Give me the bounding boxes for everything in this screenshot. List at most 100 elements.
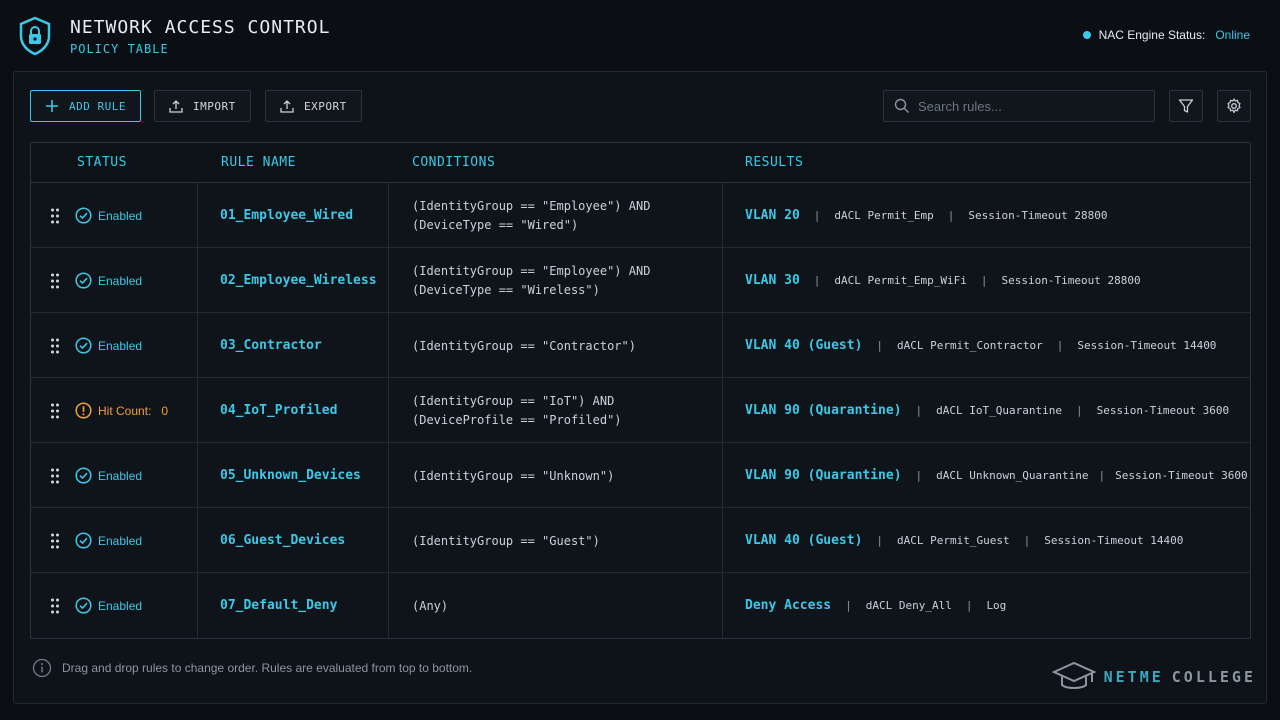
status-badge: Enabled xyxy=(75,248,142,313)
info-icon xyxy=(32,658,52,678)
separator: | xyxy=(876,534,884,547)
table-row[interactable]: Enabled 05_Unknown_Devices (IdentityGrou… xyxy=(31,443,1250,508)
rule-conditions: (IdentityGroup == "IoT") AND (DeviceProf… xyxy=(412,378,732,443)
rule-conditions: (IdentityGroup == "Contractor") xyxy=(412,313,732,378)
rule-conditions: (IdentityGroup == "Employee") AND (Devic… xyxy=(412,183,732,248)
engine-status-label: NAC Engine Status: xyxy=(1098,28,1206,42)
brand-name-part1: NETME xyxy=(1103,668,1164,686)
status-text: Enabled xyxy=(98,338,143,353)
engine-status: NAC Engine Status: Online xyxy=(1082,28,1250,42)
status-badge: Enabled xyxy=(75,573,142,638)
status-badge: Enabled xyxy=(75,313,142,378)
result-vlan: VLAN 40 (Guest) xyxy=(745,533,863,548)
status-text: Enabled xyxy=(98,273,143,288)
status-text: Enabled xyxy=(98,598,143,613)
result-vlan: VLAN 20 xyxy=(745,208,800,223)
rule-name-link[interactable]: 07_Default_Deny xyxy=(220,573,337,638)
table-row[interactable]: Enabled 02_Employee_Wireless (IdentityGr… xyxy=(31,248,1250,313)
separator: | xyxy=(876,339,884,352)
condition-line: (DeviceType == "Wired") xyxy=(412,218,579,232)
drag-handle-icon[interactable] xyxy=(50,532,60,550)
table-row[interactable]: Hit Count: 0 04_IoT_Profiled (IdentityGr… xyxy=(31,378,1250,443)
rule-conditions: (Any) xyxy=(412,573,732,638)
export-button[interactable]: EXPORT xyxy=(265,90,362,122)
settings-button[interactable] xyxy=(1217,90,1251,122)
check-circle-icon xyxy=(75,337,92,354)
rule-name-link[interactable]: 01_Employee_Wired xyxy=(220,183,353,248)
status-badge: Enabled xyxy=(75,443,142,508)
rule-results: VLAN 40 (Guest) | dACL Permit_Contractor… xyxy=(745,313,1216,378)
policy-table: STATUS RULE NAME CONDITIONS RESULTS Enab… xyxy=(30,142,1251,639)
result-vlan: VLAN 40 (Guest) xyxy=(745,338,863,353)
result-extra: Session-Timeout 3600 xyxy=(1096,404,1230,417)
separator: | xyxy=(1076,404,1083,417)
column-header-results[interactable]: RESULTS xyxy=(745,143,803,183)
search-input[interactable] xyxy=(918,98,1138,114)
result-dacl: dACL IoT_Quarantine xyxy=(936,404,1063,417)
rule-results: VLAN 20 | dACL Permit_Emp | Session-Time… xyxy=(745,183,1107,248)
add-rule-label: ADD RULE xyxy=(69,99,126,113)
rule-conditions: (IdentityGroup == "Employee") AND (Devic… xyxy=(412,248,732,313)
rule-name-link[interactable]: 05_Unknown_Devices xyxy=(220,443,361,508)
result-extra: Session-Timeout 14400 xyxy=(1044,534,1184,547)
status-text: Enabled xyxy=(98,533,143,548)
rule-name-link[interactable]: 06_Guest_Devices xyxy=(220,508,345,573)
check-circle-icon xyxy=(75,597,92,614)
separator: | xyxy=(915,404,923,417)
drag-handle-icon[interactable] xyxy=(50,467,60,485)
column-header-status[interactable]: STATUS xyxy=(77,143,127,183)
drag-handle-icon[interactable] xyxy=(50,272,60,290)
rule-results: Deny Access | dACL Deny_All | Log xyxy=(745,573,1006,638)
hit-count-label: Hit Count: xyxy=(98,403,152,418)
condition-line: (IdentityGroup == "Employee") AND xyxy=(412,199,651,213)
drag-handle-icon[interactable] xyxy=(50,337,60,355)
table-header: STATUS RULE NAME CONDITIONS RESULTS xyxy=(31,143,1250,183)
condition-line: (IdentityGroup == "Unknown") xyxy=(412,468,615,483)
brand-logo: NETME COLLEGE xyxy=(1051,660,1256,694)
drag-handle-icon[interactable] xyxy=(50,207,60,225)
rule-name-link[interactable]: 02_Employee_Wireless xyxy=(220,248,377,313)
result-dacl: dACL Permit_Guest xyxy=(897,534,1010,547)
condition-line: (IdentityGroup == "Employee") AND xyxy=(412,264,651,278)
app-title: NETWORK ACCESS CONTROL xyxy=(70,17,331,38)
separator: | xyxy=(1056,339,1064,352)
graduation-cap-icon xyxy=(1051,661,1096,689)
separator: | xyxy=(1098,469,1106,482)
condition-line: (IdentityGroup == "Contractor") xyxy=(412,338,636,353)
check-circle-icon xyxy=(75,532,92,549)
result-dacl: dACL Permit_Emp xyxy=(834,209,934,222)
table-row[interactable]: Enabled 07_Default_Deny (Any) Deny Acces… xyxy=(31,573,1250,638)
condition-line: (Any) xyxy=(412,598,449,613)
condition-line: (IdentityGroup == "IoT") AND xyxy=(412,394,615,408)
separator: | xyxy=(813,274,821,287)
check-circle-icon xyxy=(75,272,92,289)
drag-handle-icon[interactable] xyxy=(50,402,60,420)
table-row[interactable]: Enabled 01_Employee_Wired (IdentityGroup… xyxy=(31,183,1250,248)
separator: | xyxy=(947,209,955,222)
export-icon xyxy=(280,100,294,113)
app-header: NETWORK ACCESS CONTROL POLICY TABLE NAC … xyxy=(0,0,1280,70)
separator: | xyxy=(980,274,988,287)
separator: | xyxy=(965,599,973,612)
import-button[interactable]: IMPORT xyxy=(154,90,251,122)
drag-handle-icon[interactable] xyxy=(50,597,60,615)
hit-count-value: 0 xyxy=(161,403,169,418)
rule-name-link[interactable]: 03_Contractor xyxy=(220,313,322,378)
column-header-rule-name[interactable]: RULE NAME xyxy=(221,143,296,183)
rule-conditions: (IdentityGroup == "Unknown") xyxy=(412,443,732,508)
search-icon xyxy=(894,98,909,113)
table-row[interactable]: Enabled 06_Guest_Devices (IdentityGroup … xyxy=(31,508,1250,573)
status-text: Enabled xyxy=(98,468,143,483)
filter-button[interactable] xyxy=(1169,90,1203,122)
status-badge: Enabled xyxy=(75,508,142,573)
add-rule-button[interactable]: ADD RULE xyxy=(30,90,141,122)
table-row[interactable]: Enabled 03_Contractor (IdentityGroup == … xyxy=(31,313,1250,378)
check-circle-icon xyxy=(75,467,92,484)
search-box xyxy=(883,90,1155,122)
help-note: Drag and drop rules to change order. Rul… xyxy=(32,658,472,678)
column-header-conditions[interactable]: CONDITIONS xyxy=(412,143,495,183)
result-extra: Session-Timeout 3600 xyxy=(1115,469,1248,482)
result-dacl: dACL Permit_Contractor xyxy=(897,339,1043,352)
condition-line: (DeviceProfile == "Profiled") xyxy=(412,413,622,427)
rule-name-link[interactable]: 04_IoT_Profiled xyxy=(220,378,337,443)
